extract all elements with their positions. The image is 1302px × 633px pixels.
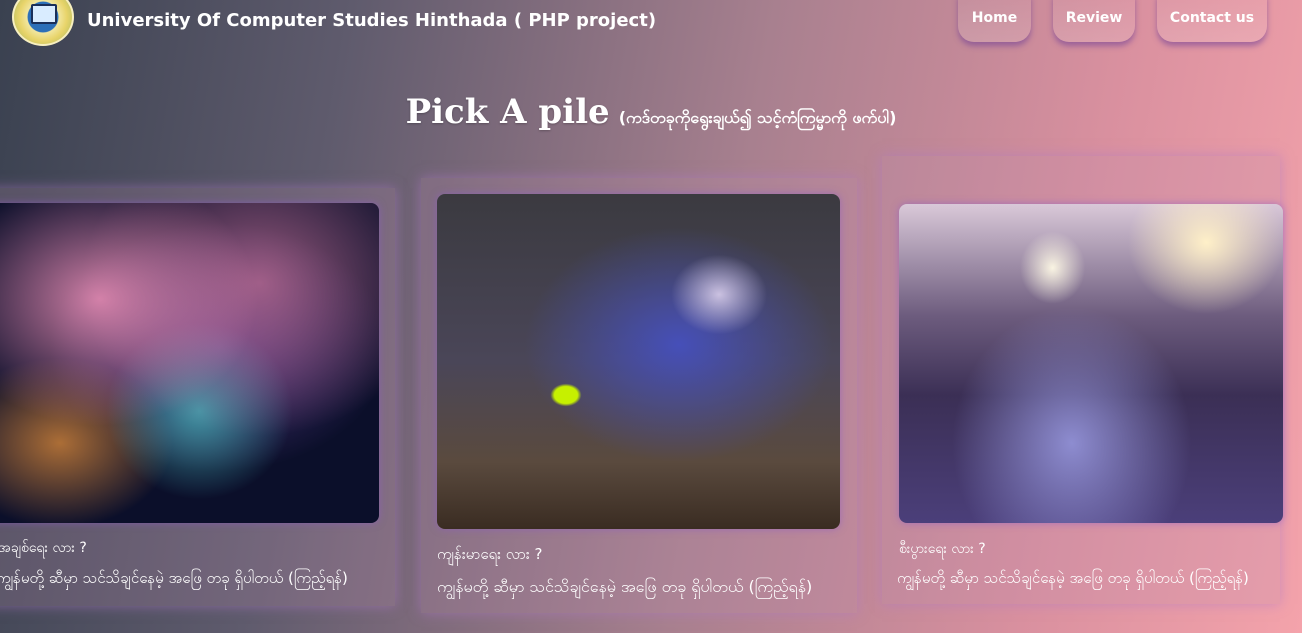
page-heading: Pick A pile (ကဒ်တခုကိုရွေးချယ်၍ သင့်ကံကြ… [0,92,1302,132]
candles-tarot-image[interactable] [899,204,1283,523]
card-title: စီးပွားရေး လား ? [899,541,986,557]
candles-tarot-image-fill [899,204,1283,523]
card-view-link[interactable]: ကျွန်မတို့ ဆီမှာ သင်သိချင်နေမဲ့ အဖြေ တခု… [437,576,812,600]
top-navbar: University Of Computer Studies Hinthada … [0,0,1302,48]
nav-review-label: Review [1065,10,1123,26]
card-title: ကျန်းမာရေး လား ? [437,545,543,563]
nav-contact-label: Contact us [1169,10,1255,26]
tarot-reader-image[interactable] [437,194,840,529]
computer-icon [31,4,57,24]
pile-card-love[interactable]: အချစ်ရေး လား ? ကျွန်မတို့ ဆီမှာ သင်သိချင… [0,188,395,606]
nav-home-label: Home [971,10,1018,26]
galaxy-image-fill [0,203,379,523]
nav-contact-button[interactable]: Contact us [1157,0,1267,42]
page-subtitle: (ကဒ်တခုကိုရွေးချယ်၍ သင့်ကံကြမ္မာကို ဖက်ပ… [618,108,897,127]
card-title: အချစ်ရေး လား ? [0,540,87,556]
university-logo-icon[interactable] [12,0,74,46]
site-title: University Of Computer Studies Hinthada … [87,10,657,31]
card-view-link[interactable]: ကျွန်မတို့ ဆီမှာ သင်သိချင်နေမဲ့ အဖြေ တခု… [0,569,348,591]
galaxy-image[interactable] [0,203,379,523]
page-title: Pick A pile [405,92,610,132]
card-view-link[interactable]: ကျွန်မတို့ ဆီမှာ သင်သိချင်နေမဲ့ အဖြေ တခု… [897,569,1249,591]
tarot-reader-image-fill [437,194,840,529]
nav-review-button[interactable]: Review [1053,0,1135,42]
nav-home-button[interactable]: Home [958,0,1031,42]
pile-card-health[interactable]: ကျန်းမာရေး လား ? ကျွန်မတို့ ဆီမှာ သင်သိခ… [421,178,857,613]
pile-card-business[interactable]: စီးပွားရေး လား ? ကျွန်မတို့ ဆီမှာ သင်သိခ… [882,156,1283,604]
